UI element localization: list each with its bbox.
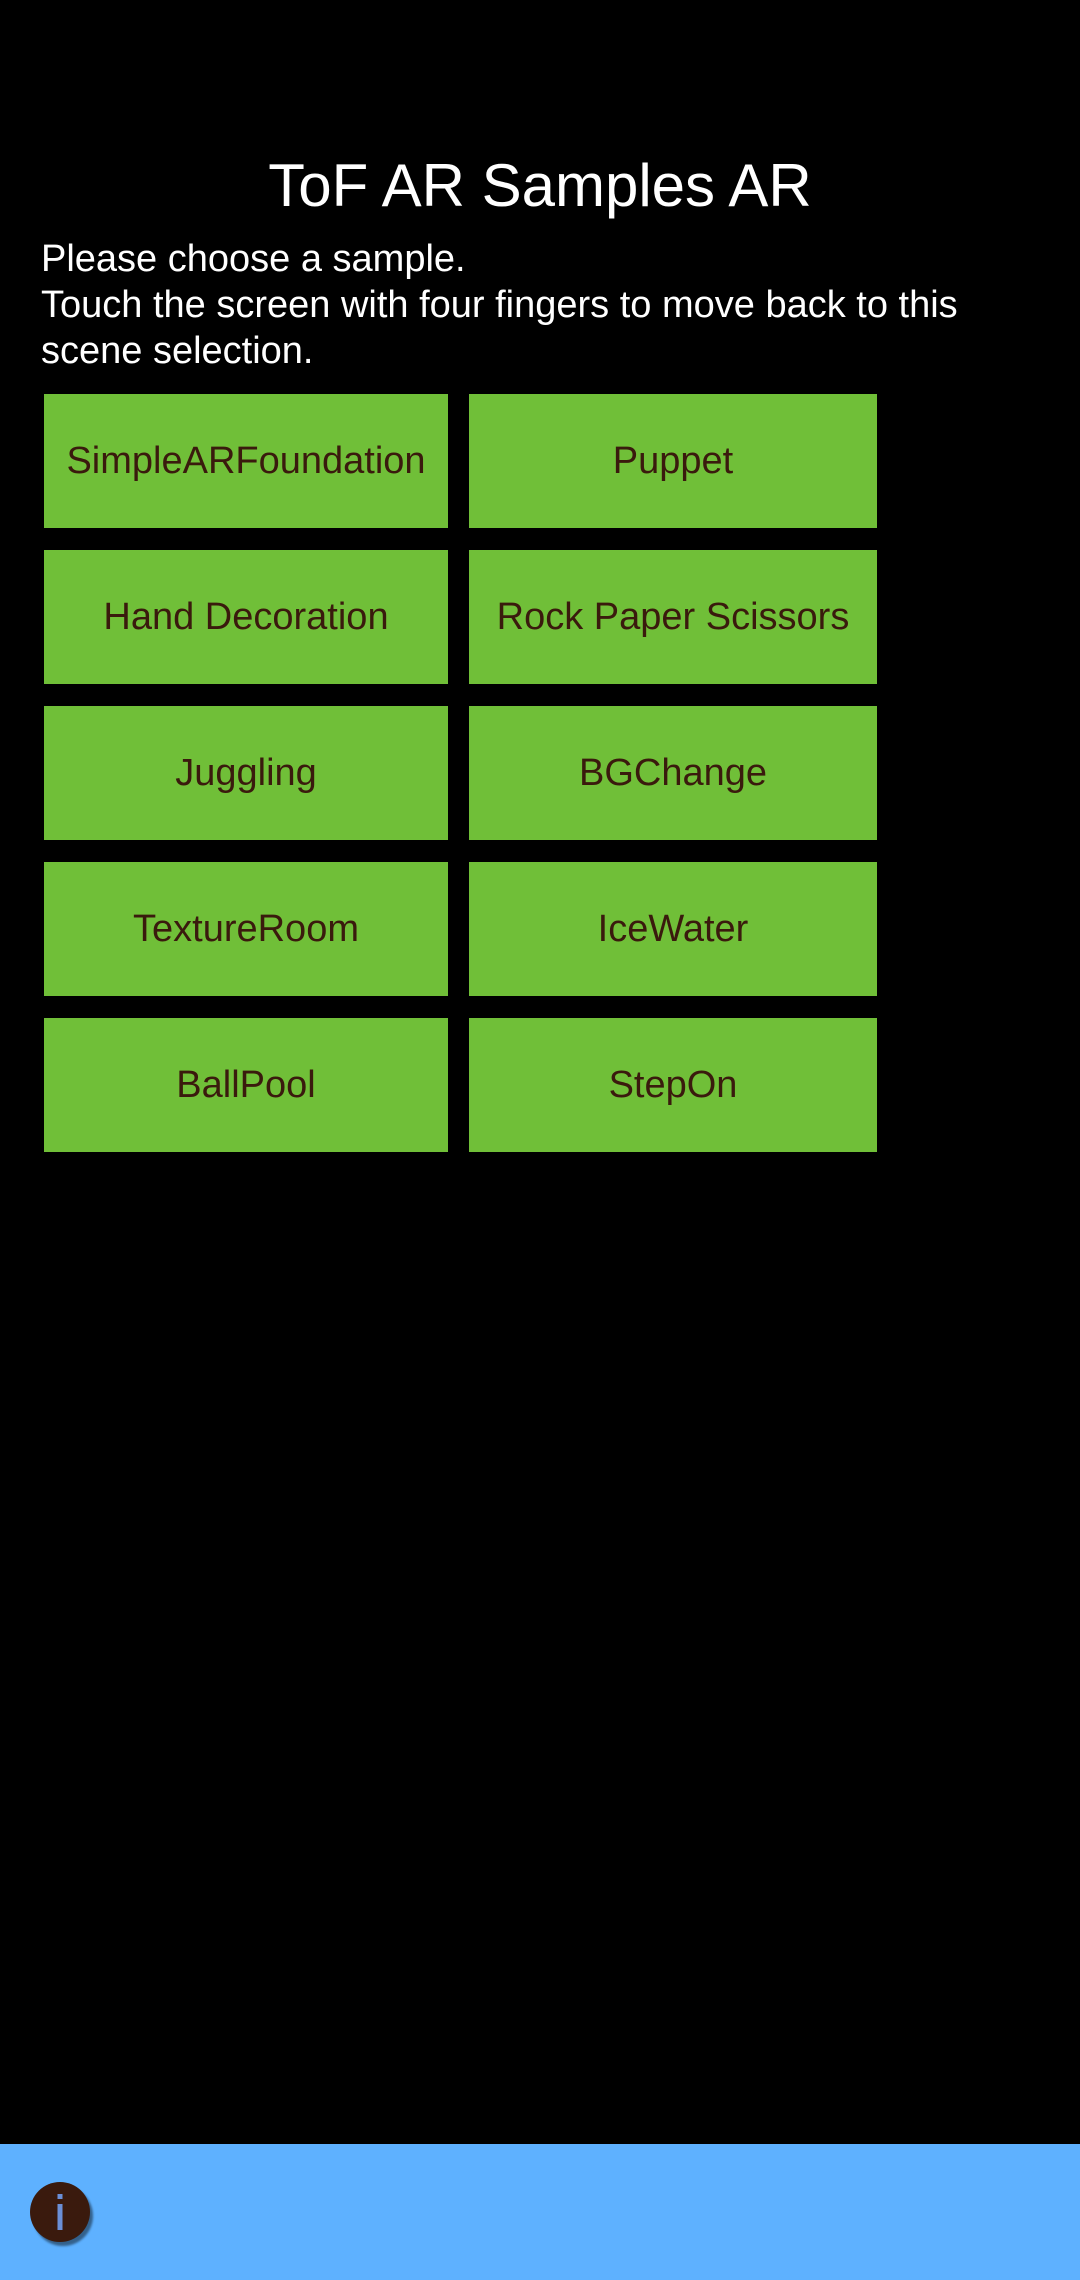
simplearfoundation-button[interactable]: SimpleARFoundation: [44, 394, 448, 528]
rock-paper-scissors-button[interactable]: Rock Paper Scissors: [469, 550, 877, 684]
instructions-line-1: Please choose a sample.: [41, 238, 466, 280]
puppet-button[interactable]: Puppet: [469, 394, 877, 528]
instructions-text: Please choose a sample. Touch the screen…: [41, 236, 1041, 374]
bottom-toolbar: [0, 2144, 1080, 2280]
instructions-line-3: scene selection.: [41, 330, 314, 372]
sample-button-grid: SimpleARFoundation Puppet Hand Decoratio…: [44, 394, 878, 1152]
ballpool-button[interactable]: BallPool: [44, 1018, 448, 1152]
page-title: ToF AR Samples AR: [268, 152, 812, 219]
stepon-button[interactable]: StepOn: [469, 1018, 877, 1152]
info-icon: [57, 2194, 63, 2230]
info-button[interactable]: [30, 2182, 90, 2242]
icewater-button[interactable]: IceWater: [469, 862, 877, 996]
sample-selection-screen: ToF AR Samples AR Please choose a sample…: [0, 0, 1080, 2280]
juggling-button[interactable]: Juggling: [44, 706, 448, 840]
hand-decoration-button[interactable]: Hand Decoration: [44, 550, 448, 684]
instructions-line-2: Touch the screen with four fingers to mo…: [41, 284, 958, 326]
bgchange-button[interactable]: BGChange: [469, 706, 877, 840]
textureroom-button[interactable]: TextureRoom: [44, 862, 448, 996]
